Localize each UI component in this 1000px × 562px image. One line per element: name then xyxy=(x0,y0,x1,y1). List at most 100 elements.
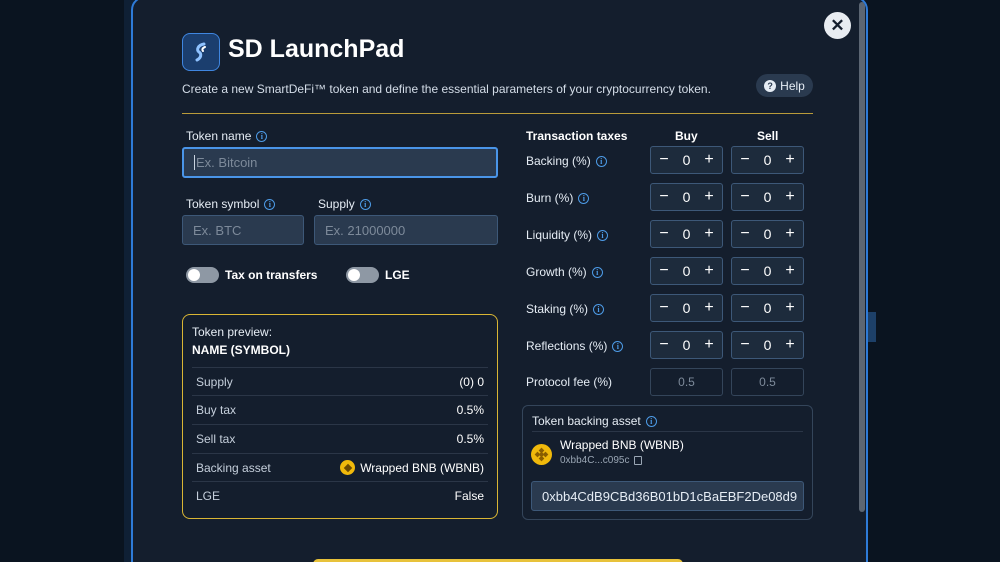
tax-on-transfers-toggle[interactable] xyxy=(186,267,219,283)
minus-button[interactable]: − xyxy=(738,262,752,280)
buy-tax-value[interactable]: 0 xyxy=(683,337,691,353)
info-icon[interactable]: i xyxy=(593,303,605,315)
sell-tax-value[interactable]: 0 xyxy=(764,300,772,316)
tax-row-label: Backing (%) i xyxy=(526,154,607,168)
plus-button[interactable]: + xyxy=(783,188,797,206)
tax-on-transfers-label: Tax on transfers xyxy=(225,268,318,282)
sell-tax-stepper[interactable]: −0 + xyxy=(731,183,804,211)
sell-tax-stepper[interactable]: −0 + xyxy=(731,294,804,322)
preview-value: False xyxy=(454,488,484,503)
preview-value: Wrapped BNB (WBNB) xyxy=(360,460,484,475)
plus-button[interactable]: + xyxy=(783,299,797,317)
buy-tax-stepper[interactable]: −0 + xyxy=(650,183,723,211)
buy-tax-stepper[interactable]: −0 + xyxy=(650,146,723,174)
preview-title: Token preview: xyxy=(192,325,273,339)
supply-label: Supply i xyxy=(318,197,371,211)
plus-button[interactable]: + xyxy=(702,336,716,354)
sell-tax-stepper[interactable]: −0 + xyxy=(731,331,804,359)
sell-tax-value[interactable]: 0 xyxy=(764,337,772,353)
sell-tax-value[interactable]: 0 xyxy=(764,263,772,279)
minus-button[interactable]: − xyxy=(657,262,671,280)
minus-button[interactable]: − xyxy=(657,336,671,354)
buy-tax-value[interactable]: 0 xyxy=(683,152,691,168)
scrollbar-thumb[interactable] xyxy=(859,2,865,512)
info-icon[interactable]: i xyxy=(591,266,603,278)
header-divider xyxy=(182,113,813,114)
info-icon[interactable]: i xyxy=(595,155,607,167)
info-icon[interactable]: i xyxy=(256,130,268,142)
help-button[interactable]: ? Help xyxy=(756,74,813,97)
sell-tax-value[interactable]: 0 xyxy=(764,226,772,242)
preview-row: Backing asset Wrapped BNB (WBNB) xyxy=(192,453,488,481)
token-symbol-input[interactable]: Ex. BTC xyxy=(182,215,304,245)
buy-tax-value[interactable]: 0 xyxy=(683,263,691,279)
protocol-fee-label: Protocol fee (%) xyxy=(526,375,612,389)
preview-row: Buy tax 0.5% xyxy=(192,395,488,423)
close-button[interactable]: ✕ xyxy=(824,12,851,39)
token-name-input[interactable]: Ex. Bitcoin xyxy=(182,147,498,178)
bnb-coin-icon xyxy=(340,460,356,475)
supply-input[interactable]: Ex. 21000000 xyxy=(314,215,498,245)
plus-button[interactable]: + xyxy=(702,225,716,243)
info-icon[interactable]: i xyxy=(359,198,371,210)
minus-button[interactable]: − xyxy=(657,151,671,169)
info-icon[interactable]: i xyxy=(612,340,624,352)
minus-button[interactable]: − xyxy=(657,299,671,317)
plus-button[interactable]: + xyxy=(702,188,716,206)
preview-row: LGE False xyxy=(192,481,488,509)
sell-tax-stepper[interactable]: −0 + xyxy=(731,257,804,285)
copy-icon[interactable] xyxy=(633,456,642,465)
preview-value: (0) 0 xyxy=(459,374,484,389)
plus-button[interactable]: + xyxy=(783,151,797,169)
lge-toggle[interactable] xyxy=(346,267,379,283)
plus-button[interactable]: + xyxy=(702,262,716,280)
preview-key: Backing asset xyxy=(196,460,271,475)
buy-tax-stepper[interactable]: −0 + xyxy=(650,294,723,322)
sell-tax-value[interactable]: 0 xyxy=(764,189,772,205)
toggle-knob xyxy=(188,269,200,281)
buy-tax-value[interactable]: 0 xyxy=(683,300,691,316)
preview-value-with-icon: Wrapped BNB (WBNB) xyxy=(340,460,484,475)
buy-tax-value[interactable]: 0 xyxy=(683,226,691,242)
backing-asset-address-input[interactable]: 0xbb4CdB9CBd36B01bD1cBaEBF2De08d9 xyxy=(531,481,804,511)
preview-key: Supply xyxy=(196,374,233,389)
plus-button[interactable]: + xyxy=(783,262,797,280)
minus-button[interactable]: − xyxy=(738,336,752,354)
modal-scrollbar[interactable] xyxy=(858,0,866,562)
minus-button[interactable]: − xyxy=(657,225,671,243)
plus-button[interactable]: + xyxy=(783,336,797,354)
buy-tax-stepper[interactable]: −0 + xyxy=(650,257,723,285)
buy-tax-stepper[interactable]: −0 + xyxy=(650,331,723,359)
info-icon[interactable]: i xyxy=(578,192,590,204)
toggle-knob xyxy=(348,269,360,281)
minus-button[interactable]: − xyxy=(738,299,752,317)
page-title: SD LaunchPad xyxy=(228,35,405,63)
tax-row-label-text: Backing (%) xyxy=(526,154,591,168)
preview-key: Buy tax xyxy=(196,402,237,417)
launchpad-modal: ✕ SD LaunchPad Create a new SmartDeFi™ t… xyxy=(131,0,868,562)
buy-tax-stepper[interactable]: −0 + xyxy=(650,220,723,248)
minus-button[interactable]: − xyxy=(738,151,752,169)
tax-row-label: Reflections (%) i xyxy=(526,339,624,353)
buy-tax-value[interactable]: 0 xyxy=(683,189,691,205)
info-icon[interactable]: i xyxy=(264,198,276,210)
minus-button[interactable]: − xyxy=(738,225,752,243)
info-icon[interactable]: i xyxy=(645,415,657,427)
preview-token-name: NAME (SYMBOL) xyxy=(192,343,290,357)
sell-tax-stepper[interactable]: −0 + xyxy=(731,220,804,248)
tax-row-label: Growth (%) i xyxy=(526,265,603,279)
transaction-taxes-heading: Transaction taxes xyxy=(526,129,628,143)
plus-button[interactable]: + xyxy=(702,151,716,169)
bnb-coin-icon xyxy=(531,444,552,465)
sell-tax-stepper[interactable]: −0 + xyxy=(731,146,804,174)
plus-button[interactable]: + xyxy=(702,299,716,317)
short-address: 0xbb4C...c095c xyxy=(560,455,630,466)
minus-button[interactable]: − xyxy=(657,188,671,206)
info-icon[interactable]: i xyxy=(597,229,609,241)
plus-button[interactable]: + xyxy=(783,225,797,243)
protocol-fee-label-text: Protocol fee (%) xyxy=(526,375,613,389)
minus-button[interactable]: − xyxy=(738,188,752,206)
sell-tax-value[interactable]: 0 xyxy=(764,152,772,168)
protocol-fee-sell: 0.5 xyxy=(731,368,804,396)
smartdefi-logo-icon xyxy=(182,33,220,71)
